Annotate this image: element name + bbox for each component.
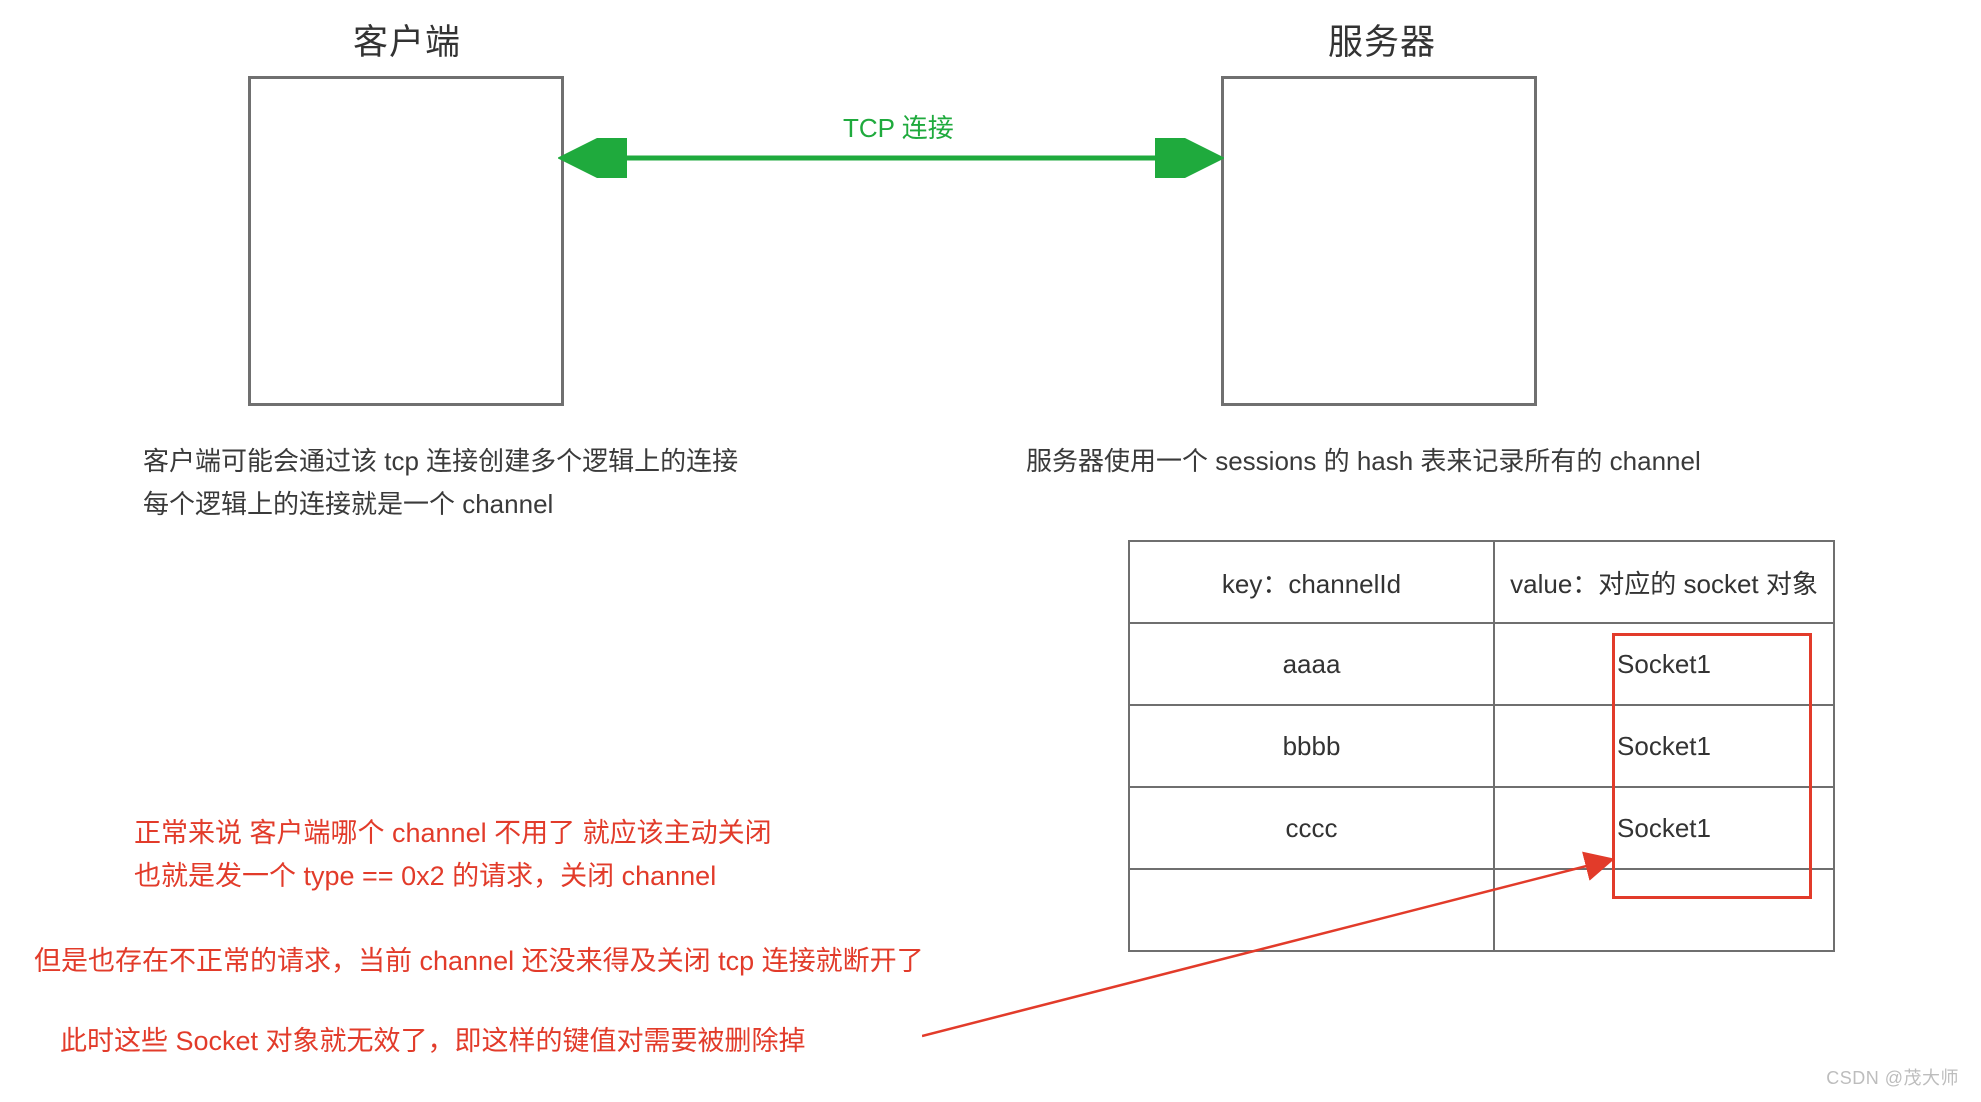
tcp-connection-arrow <box>558 138 1224 178</box>
table-header-row: key：channelId value：对应的 socket 对象 <box>1129 541 1834 623</box>
note-normal-close-line1: 正常来说 客户端哪个 channel 不用了 就应该主动关闭 <box>134 812 772 855</box>
table-row: bbbb Socket1 <box>1129 705 1834 787</box>
table-cell-key: bbbb <box>1129 705 1494 787</box>
note-normal-close-line2: 也就是发一个 type == 0x2 的请求，关闭 channel <box>134 855 772 898</box>
note-pointer-arrow <box>922 848 1622 1048</box>
note-normal-close: 正常来说 客户端哪个 channel 不用了 就应该主动关闭 也就是发一个 ty… <box>134 812 772 898</box>
client-title: 客户端 <box>353 14 461 65</box>
table-cell-value: Socket1 <box>1494 623 1834 705</box>
table-header-key: key：channelId <box>1129 541 1494 623</box>
server-title: 服务器 <box>1328 14 1436 65</box>
table-cell-key: aaaa <box>1129 623 1494 705</box>
client-desc-line2: 每个逻辑上的连接就是一个 channel <box>143 483 738 526</box>
server-desc: 服务器使用一个 sessions 的 hash 表来记录所有的 channel <box>1026 440 1701 483</box>
note-abnormal: 但是也存在不正常的请求，当前 channel 还没来得及关闭 tcp 连接就断开… <box>34 940 924 983</box>
client-desc-line1: 客户端可能会通过该 tcp 连接创建多个逻辑上的连接 <box>143 440 738 483</box>
table-header-value: value：对应的 socket 对象 <box>1494 541 1834 623</box>
table-row: aaaa Socket1 <box>1129 623 1834 705</box>
server-box <box>1221 76 1537 406</box>
note-invalid-socket: 此时这些 Socket 对象就无效了，即这样的键值对需要被删除掉 <box>60 1020 806 1063</box>
client-box <box>248 76 564 406</box>
table-cell-value: Socket1 <box>1494 705 1834 787</box>
client-desc: 客户端可能会通过该 tcp 连接创建多个逻辑上的连接 每个逻辑上的连接就是一个 … <box>143 440 738 526</box>
watermark: CSDN @茂大师 <box>1826 1064 1959 1090</box>
